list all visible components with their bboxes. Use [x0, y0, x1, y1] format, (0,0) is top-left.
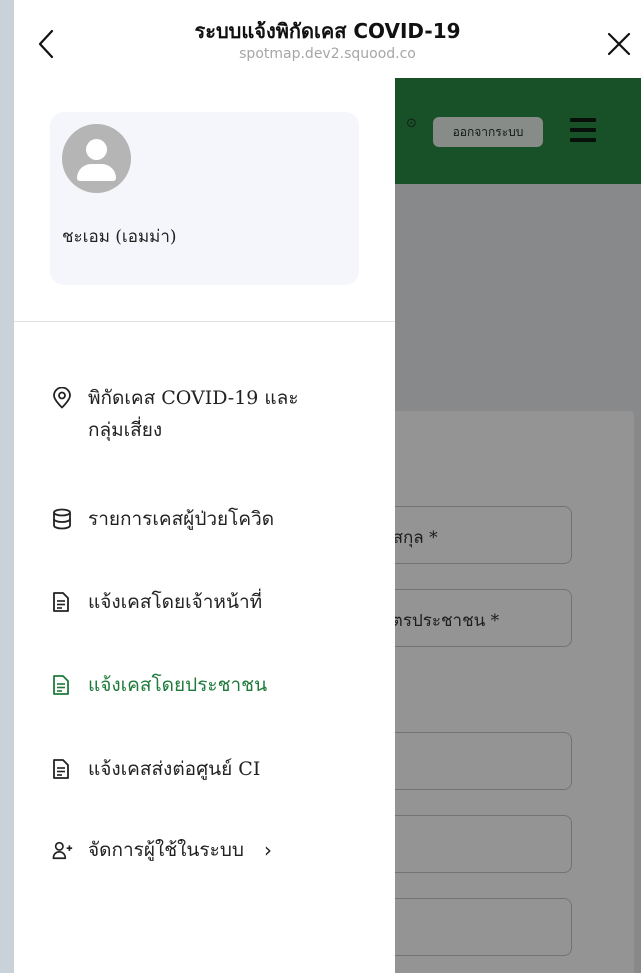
divider [14, 321, 395, 322]
close-button[interactable] [599, 22, 639, 66]
close-icon [607, 32, 631, 56]
document-icon [52, 753, 74, 785]
menu-item-report-by-staff[interactable]: แจ้งเคสโดยเจ้าหน้าที่ [52, 586, 262, 618]
page-title: ระบบแจ้งพิกัดเคส COVID-19 [194, 19, 461, 43]
avatar-icon [62, 124, 131, 193]
menu-label: แจ้งเคสส่งต่อศูนย์ CI [88, 758, 261, 780]
menu-label: แจ้งเคสโดยเจ้าหน้าที่ [88, 591, 263, 613]
add-user-icon [52, 834, 74, 866]
menu-label-line2: กลุ่มเสี่ยง [88, 419, 163, 441]
menu-item-refer-ci[interactable]: แจ้งเคสส่งต่อศูนย์ CI [52, 753, 260, 785]
menu-item-case-list[interactable]: รายการเคสผู้ป่วยโควิด [52, 503, 274, 535]
browser-header: ระบบแจ้งพิกัดเคส COVID-19 spotmap.dev2.s… [14, 0, 641, 78]
document-icon [52, 586, 74, 618]
menu-item-report-by-public[interactable]: แจ้งเคสโดยประชาชน [52, 669, 267, 701]
side-drawer: ชะเอม (เอมม่า) พิกัดเคส COVID-19 และ กลุ… [14, 78, 395, 973]
chevron-left-icon [38, 29, 54, 59]
menu-label: จัดการผู้ใช้ในระบบ [88, 839, 244, 861]
menu-label-line1: พิกัดเคส COVID-19 และ [88, 387, 299, 409]
browser-title-block: ระบบแจ้งพิกัดเคส COVID-19 spotmap.dev2.s… [74, 18, 581, 64]
menu-label: รายการเคสผู้ป่วยโควิด [88, 508, 275, 530]
page-url: spotmap.dev2.squood.co [239, 46, 416, 62]
profile-name: ชะเอม (เอมม่า) [62, 227, 177, 247]
menu-item-user-management[interactable]: จัดการผู้ใช้ในระบบ › [52, 834, 272, 866]
browser-frame: ระบบแจ้งพิกัดเคส COVID-19 spotmap.dev2.s… [14, 0, 641, 973]
back-button[interactable] [28, 22, 64, 66]
menu-label: แจ้งเคสโดยประชาชน [88, 674, 268, 696]
location-pin-icon [52, 382, 74, 414]
menu-item-covid-map[interactable]: พิกัดเคส COVID-19 และ กลุ่มเสี่ยง [52, 382, 299, 446]
profile-card: ชะเอม (เอมม่า) [50, 112, 359, 285]
document-icon [52, 669, 74, 701]
chevron-right-icon: › [263, 838, 272, 862]
database-icon [52, 503, 74, 535]
